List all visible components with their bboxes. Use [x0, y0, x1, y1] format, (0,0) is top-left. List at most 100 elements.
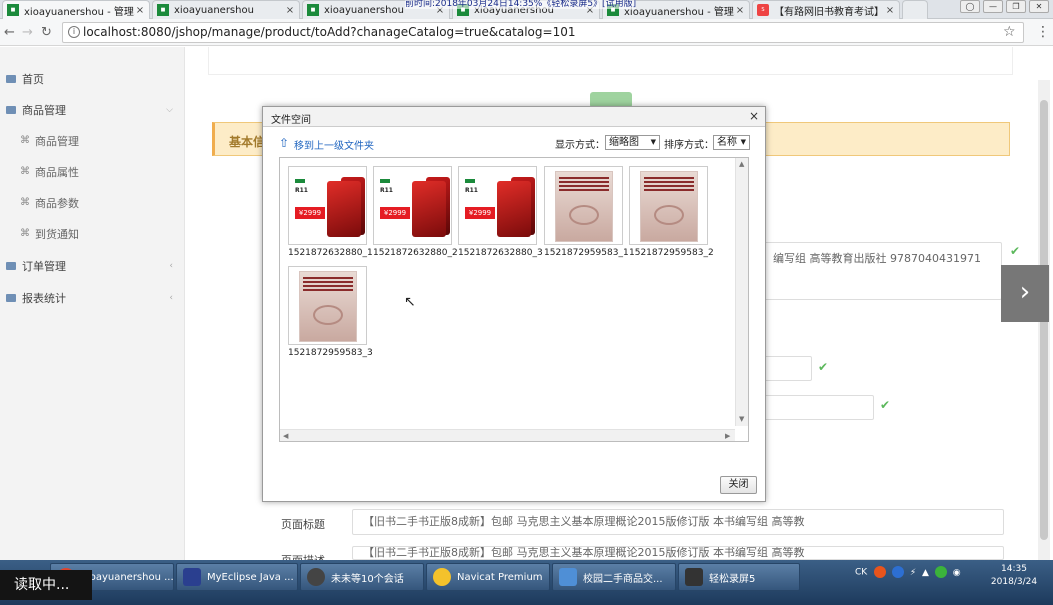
file-thumbnail[interactable] [544, 166, 623, 245]
wechat-icon[interactable] [934, 566, 947, 578]
close-button[interactable]: 关闭 [720, 476, 757, 494]
user-icon[interactable]: ◯ [960, 0, 980, 13]
display-mode-select[interactable]: 缩略图 ▼ [605, 135, 660, 150]
recording-overlay-text: 前时间:2018年03月24日14:35%《轻松录屏5》[试用版] [405, 0, 637, 9]
restore-icon[interactable]: ❐ [1006, 0, 1026, 13]
dropdown-arrow-icon: ▼ [740, 138, 746, 146]
link-icon: ⌘ [20, 135, 30, 146]
avatar-icon [307, 568, 325, 586]
taskbar-chat-button[interactable]: 未未等10个会话 [300, 563, 424, 591]
book-info-textarea[interactable]: 编写组 高等教育出版社 9787040431971 [762, 242, 1002, 300]
tray-arrow-icon[interactable]: ▲ [922, 568, 929, 578]
file-thumbnail[interactable]: R11 ¥2999 [288, 166, 367, 245]
sidebar-item-product-management[interactable]: 商品管理 ⌵ [0, 94, 185, 125]
breadcrumb-card [208, 47, 1013, 75]
browser-tab-1[interactable]: ■ xioayuanershou - 管理... × [2, 0, 150, 19]
link-icon: ⌘ [20, 228, 30, 239]
chevron-right-icon[interactable]: › [1001, 265, 1049, 322]
dialog-title: 文件空间 [271, 115, 311, 126]
file-name[interactable]: 1521872959583_3 [288, 348, 374, 358]
help-icon[interactable] [891, 566, 904, 578]
phone-image: R11 ¥2999 [374, 167, 451, 244]
scroll-down-icon[interactable]: ▼ [739, 415, 744, 423]
system-tray: CK ⚡ ▲ ◉ [855, 566, 961, 578]
link-icon: ⌘ [20, 197, 30, 208]
close-icon[interactable]: × [735, 5, 745, 16]
forward-icon[interactable]: → [22, 25, 33, 40]
book-cover-image [545, 167, 622, 244]
sidebar-item-order-management[interactable]: 订单管理 ‹ [0, 250, 185, 281]
reload-icon[interactable]: ↻ [41, 25, 52, 40]
browser-tab-6[interactable]: S 【有路网旧书教育考试】 × [752, 0, 900, 19]
sogou-icon[interactable] [874, 566, 887, 578]
file-list-area: R11 ¥2999 1521872632880_1 R11 ¥2999 1521… [279, 157, 749, 442]
home-icon [6, 74, 16, 83]
file-name[interactable]: 1521872632880_1 [288, 248, 374, 258]
book-cover-image [289, 267, 366, 344]
green-logo-icon: ■ [7, 4, 19, 16]
myeclipse-icon [183, 568, 201, 586]
taskbar-navicat-button[interactable]: Navicat Premium [426, 563, 550, 591]
file-thumbnail[interactable]: R11 ¥2999 [458, 166, 537, 245]
file-thumbnail[interactable] [629, 166, 708, 245]
close-icon[interactable]: × [749, 109, 759, 123]
file-name[interactable]: 1521872959583_2 [629, 248, 715, 258]
close-icon[interactable]: × [885, 5, 895, 16]
sidebar-subitem-products[interactable]: ⌘ 商品管理 [0, 125, 185, 156]
network-icon[interactable]: ⚡ [910, 568, 916, 578]
scroll-right-icon[interactable]: ▶ [725, 432, 730, 440]
mouse-cursor-icon: ↖ [404, 294, 416, 310]
url-input[interactable]: localhost:8080/jshop/manage/product/toAd… [62, 22, 1024, 43]
close-icon[interactable]: × [135, 5, 145, 16]
check-icon: ✔ [1010, 244, 1021, 258]
speaker-icon[interactable]: ◉ [953, 568, 961, 578]
close-window-icon[interactable]: ✕ [1029, 0, 1049, 13]
chevron-left-icon: ‹ [169, 260, 173, 271]
close-icon[interactable]: × [285, 5, 295, 16]
system-clock[interactable]: 14:35 2018/3/24 [984, 563, 1044, 589]
sort-mode-label: 排序方式： [664, 140, 714, 151]
file-list-vertical-scrollbar[interactable]: ▲ ▼ [735, 158, 748, 426]
file-name[interactable]: 1521872632880_2 [373, 248, 459, 258]
minimize-icon[interactable]: — [983, 0, 1003, 13]
file-space-dialog: 文件空间 × ⇧ 移到上一级文件夹 显示方式： 缩略图 ▼ 排序方式： 名称 ▼… [262, 106, 766, 502]
sidebar-item-home[interactable]: 首页 [0, 63, 185, 94]
browser-tab-2[interactable]: ■ xioayuanershou × [152, 0, 300, 19]
file-list-horizontal-scrollbar[interactable]: ◀ ▶ [280, 429, 735, 441]
navicat-icon [433, 568, 451, 586]
scroll-left-icon[interactable]: ◀ [283, 432, 288, 440]
up-arrow-icon[interactable]: ⇧ [279, 136, 289, 150]
back-icon[interactable]: ← [4, 25, 15, 40]
sidebar-subitem-arrival-notice[interactable]: ⌘ 到货通知 [0, 218, 185, 249]
recorder-icon [685, 568, 703, 586]
display-mode-label: 显示方式： [555, 140, 605, 151]
taskbar-screen-recorder-button[interactable]: 轻松录屏5 [678, 563, 800, 591]
sidebar-subitem-parameters[interactable]: ⌘ 商品参数 [0, 187, 185, 218]
taskbar-myeclipse-button[interactable]: MyEclipse Java ... [176, 563, 298, 591]
book-cover-image [630, 167, 707, 244]
info-icon[interactable]: i [68, 26, 80, 38]
file-thumbnail[interactable]: R11 ¥2999 [373, 166, 452, 245]
price-input[interactable] [762, 356, 812, 381]
file-thumbnail[interactable] [288, 266, 367, 345]
stock-input[interactable] [762, 395, 874, 420]
sidebar-item-reports[interactable]: 报表统计 ‹ [0, 282, 185, 313]
green-logo-icon: ■ [307, 4, 319, 16]
bookmark-star-icon[interactable]: ☆ [1003, 24, 1016, 40]
sort-mode-select[interactable]: 名称 ▼ [713, 135, 750, 150]
page-description-input[interactable]: 【旧书二手书正版8成新】包邮 马克思主义基本原理概论2015版修订版 本书编写组… [352, 546, 1004, 560]
menu-icon[interactable]: ⋮ [1036, 24, 1050, 40]
window-controls: ◯ — ❐ ✕ [960, 0, 1049, 13]
parent-folder-link[interactable]: 移到上一级文件夹 [294, 137, 374, 152]
scroll-up-icon[interactable]: ▲ [739, 160, 744, 168]
taskbar-document-button[interactable]: 校园二手商品交... [552, 563, 676, 591]
file-name[interactable]: 1521872959583_1 [544, 248, 630, 258]
file-name[interactable]: 1521872632880_3 [458, 248, 544, 258]
new-tab-button[interactable] [902, 0, 928, 19]
folder-icon [6, 105, 16, 114]
page-title-input[interactable]: 【旧书二手书正版8成新】包邮 马克思主义基本原理概论2015版修订版 本书编写组… [352, 509, 1004, 535]
page-title-label: 页面标题 [281, 518, 325, 531]
sidebar-subitem-attributes[interactable]: ⌘ 商品属性 [0, 156, 185, 187]
folder-icon [6, 293, 16, 302]
dialog-header[interactable]: 文件空间 × [263, 107, 765, 127]
